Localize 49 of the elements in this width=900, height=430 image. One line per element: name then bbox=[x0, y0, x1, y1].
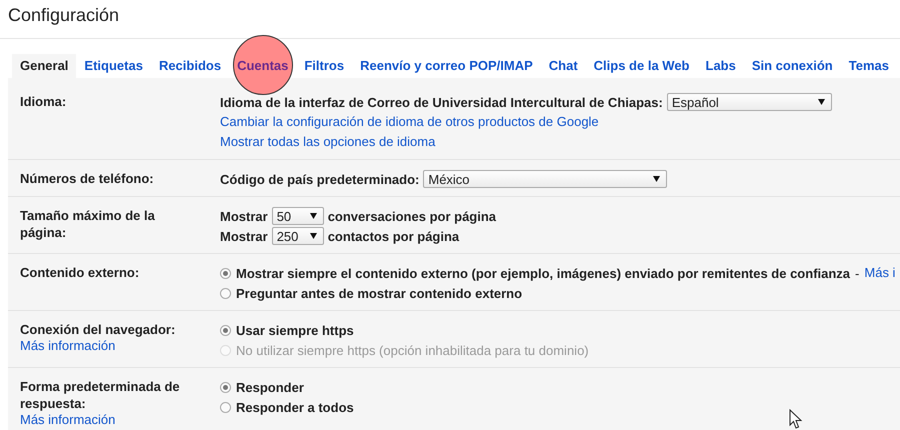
settings-tab[interactable]: Filtros bbox=[296, 54, 352, 78]
field-label: Código de país predeterminado: bbox=[220, 172, 420, 186]
settings-tab[interactable]: Sin conexión bbox=[744, 54, 841, 78]
field-label: contactos por página bbox=[328, 228, 460, 244]
radio-button[interactable] bbox=[220, 268, 231, 278]
settings-tab[interactable]: Recibidos bbox=[150, 54, 230, 78]
settings-link[interactable]: Mostrar todas las opciones de idioma bbox=[220, 134, 436, 150]
radio-button[interactable] bbox=[220, 324, 231, 336]
setting-label: Conexión del navegador: bbox=[20, 321, 176, 338]
setting-label: Tamaño máximo de la página: bbox=[20, 207, 156, 241]
settings-tab[interactable]: Chat bbox=[540, 54, 586, 78]
setting-label: Idioma: bbox=[20, 93, 68, 110]
radio-button[interactable] bbox=[220, 382, 231, 392]
setting-label: Números de teléfono: bbox=[20, 170, 155, 187]
option-label: Preguntar antes de mostrar contenido externo bbox=[236, 286, 522, 300]
radio-button[interactable] bbox=[220, 402, 231, 412]
settings-tab[interactable]: Temas bbox=[840, 54, 897, 78]
option-label: No utilizar siempre https (opción inhabilitada para tu dominio) bbox=[236, 342, 589, 358]
field-label: conversaciones por página bbox=[328, 208, 496, 224]
dropdown[interactable]: 250 bbox=[272, 227, 324, 245]
caret-icon bbox=[818, 99, 825, 105]
more-info-link[interactable]: Más información bbox=[20, 412, 220, 428]
field-label: Mostrar bbox=[220, 228, 268, 244]
dropdown[interactable]: México bbox=[423, 170, 668, 188]
settings-tab[interactable]: Etiquetas bbox=[76, 54, 151, 78]
option-label: Usar siempre https bbox=[236, 322, 354, 338]
settings-tab[interactable]: Cuentas bbox=[229, 54, 296, 78]
option-label: Responder a todos bbox=[236, 400, 354, 414]
page-title: Configuración bbox=[7, 4, 120, 27]
caret-icon bbox=[310, 213, 317, 219]
option-label: Mostrar siempre el contenido externo (por ejemplo, imágenes) enviado por remitentes de confianza bbox=[236, 266, 850, 280]
settings-tab[interactable]: General bbox=[12, 54, 76, 78]
settings-tab[interactable]: Reenvío y correo POP/IMAP bbox=[352, 54, 541, 78]
more-info-link[interactable]: Más información bbox=[20, 338, 220, 354]
setting-label: Forma predeterminada de respuesta: bbox=[20, 378, 180, 412]
separator: - bbox=[855, 266, 860, 280]
setting-label: Contenido externo: bbox=[20, 264, 140, 281]
field-label: Idioma de la interfaz de Correo de Universidad Intercultural de Chiapas: bbox=[220, 94, 663, 110]
settings-link[interactable]: Cambiar la configuración de idioma de otros productos de Google bbox=[220, 114, 599, 130]
caret-icon bbox=[310, 233, 317, 239]
option-label: Responder bbox=[236, 380, 304, 394]
caret-icon bbox=[653, 176, 660, 182]
settings-tab[interactable]: Labs bbox=[698, 54, 744, 78]
more-info-link[interactable]: Más i bbox=[864, 265, 896, 281]
field-label: Mostrar bbox=[220, 208, 268, 224]
radio-button[interactable] bbox=[220, 288, 231, 298]
dropdown[interactable]: Español bbox=[666, 93, 832, 111]
dropdown[interactable]: 50 bbox=[272, 207, 324, 225]
settings-tab[interactable]: Clips de la Web bbox=[586, 54, 698, 78]
